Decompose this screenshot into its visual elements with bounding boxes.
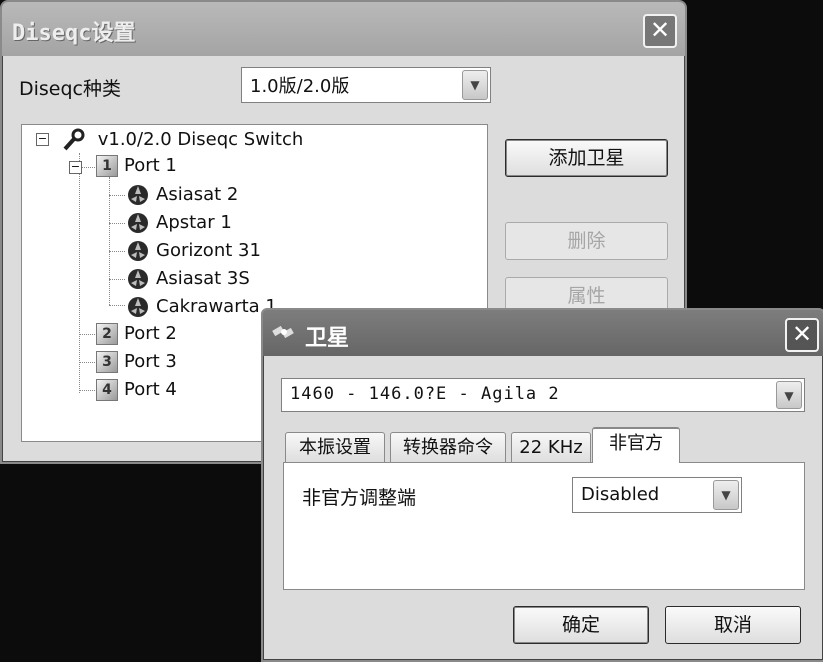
satellite-label: Cakrawarta 1 — [156, 296, 277, 317]
delete-button[interactable]: 删除 — [505, 222, 668, 260]
tree-root-expander[interactable]: − — [36, 133, 49, 146]
tree-root-label: v1.0/2.0 Diseqc Switch — [97, 129, 304, 150]
satellite-label: Asiasat 3S — [156, 268, 250, 289]
diseqc-type-label: Diseqc种类 — [19, 78, 122, 100]
tree-item-port-2[interactable]: 2 Port 2 — [96, 323, 177, 345]
satellite-window: 卫星 ✕ 1460 - 146.0?E - Agila 2 ▼ 本振设置 转换器… — [261, 308, 823, 662]
chevron-down-icon[interactable]: ▼ — [713, 480, 739, 510]
satellite-window-icon — [272, 325, 294, 339]
tree-item-port-1[interactable]: 1 Port 1 — [96, 155, 177, 177]
satellite-select-value: 1460 - 146.0?E - Agila 2 — [290, 384, 560, 404]
diseqc-type-select[interactable]: 1.0版/2.0版 ▼ — [241, 67, 491, 103]
tree-item-satellite[interactable]: Apstar 1 — [126, 211, 232, 235]
satellite-label: Gorizont 31 — [156, 240, 261, 261]
chevron-down-icon[interactable]: ▼ — [462, 70, 488, 100]
port-label: Port 4 — [124, 379, 177, 400]
satellite-window-titlebar[interactable]: 卫星 ✕ — [263, 310, 823, 356]
port-number-icon: 2 — [96, 323, 118, 345]
satellite-label: Apstar 1 — [156, 212, 232, 233]
tab-lnb-settings[interactable]: 本振设置 — [285, 432, 385, 464]
tree-item-satellite[interactable]: Cakrawarta 1 — [126, 295, 277, 319]
tree-item-satellite[interactable]: Gorizont 31 — [126, 239, 261, 263]
satellite-icon — [128, 185, 148, 205]
satellite-icon — [128, 269, 148, 289]
port-number-icon: 1 — [96, 155, 118, 177]
diseqc-window-titlebar[interactable]: Diseqc设置 ✕ — [2, 2, 685, 56]
unofficial-adjust-select[interactable]: Disabled ▼ — [572, 477, 742, 513]
ok-button[interactable]: 确定 — [513, 606, 649, 644]
tab-22khz[interactable]: 22 KHz — [511, 432, 591, 464]
unofficial-tab-panel: 非官方调整端 Disabled ▼ — [283, 462, 805, 590]
tab-converter-command[interactable]: 转换器命令 — [390, 432, 506, 464]
port-label: Port 1 — [124, 155, 177, 176]
tree-root-node[interactable]: v1.0/2.0 Diseqc Switch — [62, 128, 303, 152]
satellite-select[interactable]: 1460 - 146.0?E - Agila 2 ▼ — [281, 378, 805, 412]
tree-item-satellite[interactable]: Asiasat 2 — [126, 183, 238, 207]
port-label: Port 3 — [124, 351, 177, 372]
satellite-icon — [128, 297, 148, 317]
port-1-expander[interactable]: − — [69, 161, 82, 174]
unofficial-adjust-value: Disabled — [581, 484, 660, 505]
chevron-down-icon[interactable]: ▼ — [776, 381, 802, 409]
port-number-icon: 4 — [96, 379, 118, 401]
tab-unofficial[interactable]: 非官方 — [592, 427, 680, 463]
diseqc-type-value: 1.0版/2.0版 — [250, 76, 350, 97]
tree-item-port-4[interactable]: 4 Port 4 — [96, 379, 177, 401]
port-label: Port 2 — [124, 323, 177, 344]
tree-item-satellite[interactable]: Asiasat 3S — [126, 267, 250, 291]
close-icon[interactable]: ✕ — [643, 14, 677, 48]
satellite-window-title: 卫星 — [305, 326, 350, 351]
unofficial-adjust-label: 非官方调整端 — [302, 487, 417, 509]
diseqc-window-title: Diseqc设置 — [12, 21, 136, 46]
port-number-icon: 3 — [96, 351, 118, 373]
satellite-icon — [128, 241, 148, 261]
satellite-icon — [128, 213, 148, 233]
wrench-icon — [63, 128, 85, 151]
satellite-label: Asiasat 2 — [156, 184, 239, 205]
add-satellite-button[interactable]: 添加卫星 — [505, 139, 668, 177]
tree-item-port-3[interactable]: 3 Port 3 — [96, 351, 177, 373]
cancel-button[interactable]: 取消 — [665, 606, 801, 644]
close-icon[interactable]: ✕ — [785, 318, 819, 352]
